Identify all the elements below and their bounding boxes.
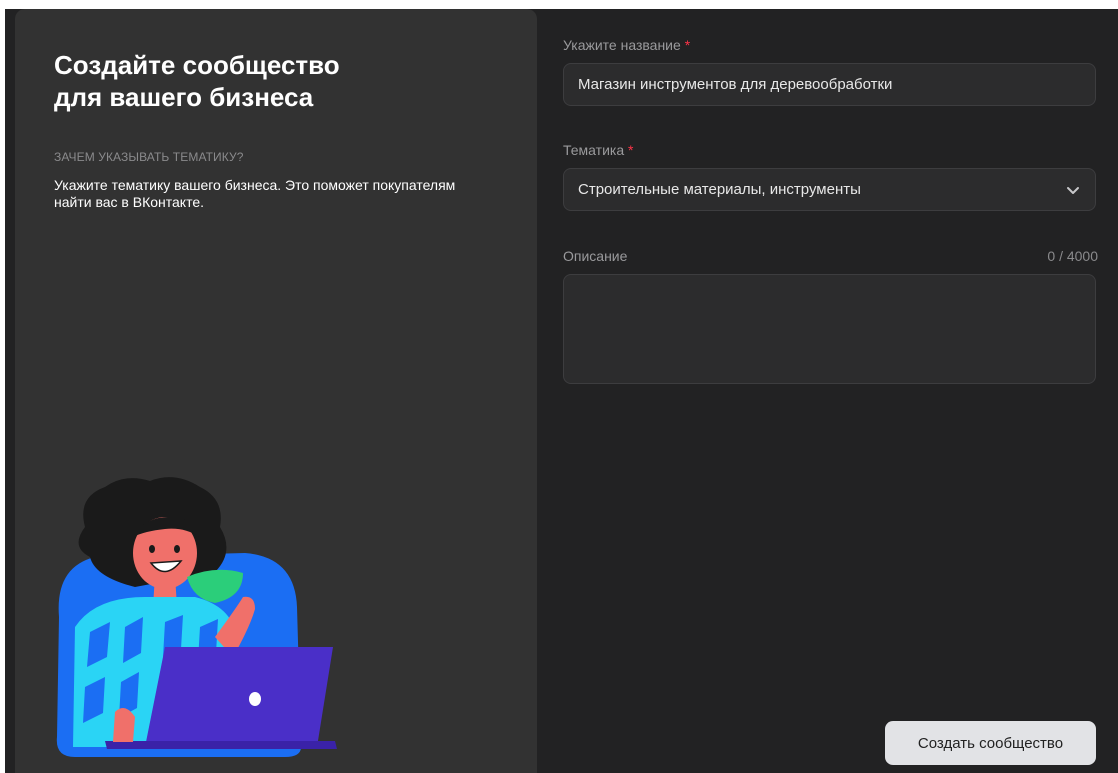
why-topic-text: Укажите тематику вашего бизнеса. Это пом…	[54, 177, 474, 211]
title-line-1: Создайте сообщество	[54, 50, 340, 80]
description-char-counter: 0 / 4000	[1047, 248, 1098, 264]
form-panel: Укажите название * Магазин инструментов …	[563, 9, 1098, 773]
name-label-text: Укажите название	[563, 37, 681, 53]
title-line-2: для вашего бизнеса	[54, 82, 313, 112]
required-mark: *	[685, 37, 690, 53]
chevron-down-icon	[1065, 182, 1081, 198]
community-name-input[interactable]: Магазин инструментов для деревообработки	[563, 63, 1096, 106]
create-community-modal: Создайте сообщество для вашего бизнеса З…	[5, 9, 1118, 773]
description-textarea[interactable]	[563, 274, 1096, 384]
topic-select[interactable]: Строительные материалы, инструменты	[563, 168, 1096, 211]
description-field-label: Описание	[563, 248, 627, 264]
name-field-label: Укажите название *	[563, 37, 690, 53]
topic-label-text: Тематика	[563, 142, 624, 158]
topic-selected-value: Строительные материалы, инструменты	[578, 181, 861, 198]
community-name-value: Магазин инструментов для деревообработки	[578, 76, 892, 93]
why-topic-label: Зачем указывать тематику?	[54, 150, 243, 164]
required-mark: *	[628, 142, 633, 158]
create-community-button[interactable]: Создать сообщество	[885, 721, 1096, 765]
page-title: Создайте сообщество для вашего бизнеса	[54, 49, 454, 113]
topic-field-label: Тематика *	[563, 142, 633, 158]
woman-with-laptop-illustration	[15, 457, 355, 773]
intro-panel: Создайте сообщество для вашего бизнеса З…	[15, 9, 537, 773]
